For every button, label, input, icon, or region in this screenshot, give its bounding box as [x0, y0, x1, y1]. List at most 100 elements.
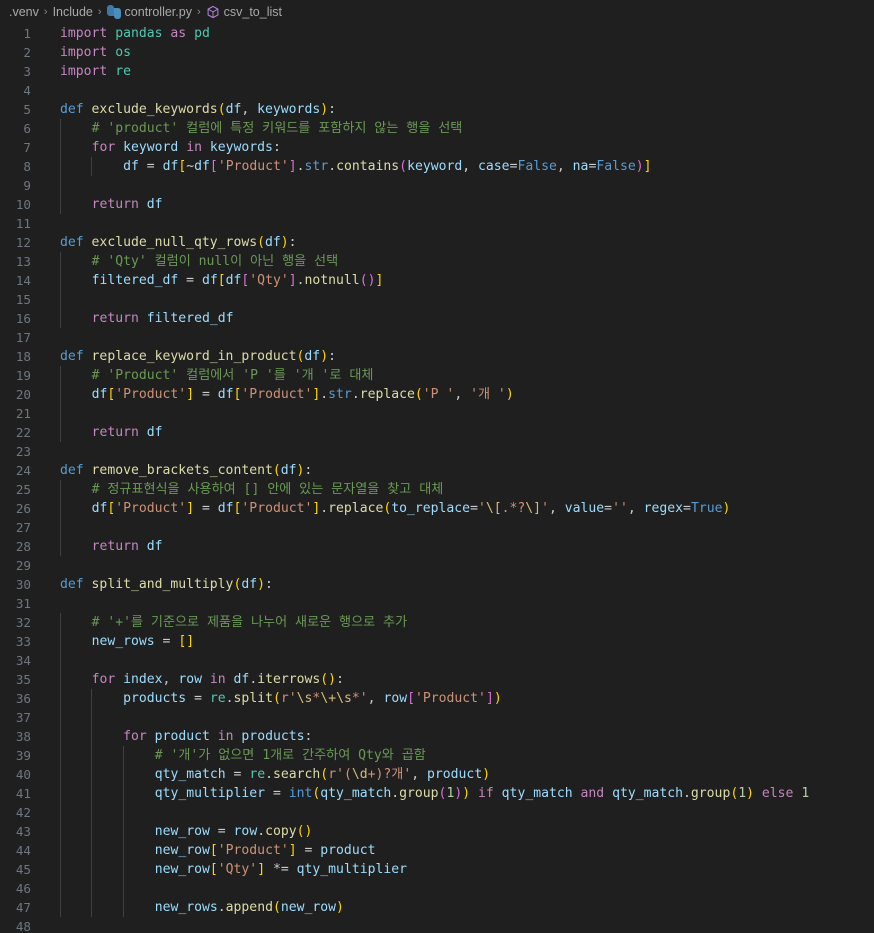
code-line[interactable]: 1 import pandas as pd	[0, 24, 874, 43]
code-line[interactable]: 23	[0, 442, 874, 461]
code-line[interactable]: 20 df['Product'] = df['Product'].str.rep…	[0, 385, 874, 404]
code-content[interactable]: for product in products:	[47, 727, 874, 746]
code-content[interactable]: # 'Product' 컬럼에서 'P '를 '개 '로 대체	[47, 366, 874, 385]
code-line[interactable]: 14 filtered_df = df[df['Qty'].notnull()]	[0, 271, 874, 290]
code-content[interactable]: def split_and_multiply(df):	[47, 575, 874, 594]
code-content[interactable]: return df	[47, 537, 874, 556]
code-content[interactable]: filtered_df = df[df['Qty'].notnull()]	[47, 271, 874, 290]
code-content[interactable]: return filtered_df	[47, 309, 874, 328]
code-line[interactable]: 36 products = re.split(r'\s*\+\s*', row[…	[0, 689, 874, 708]
code-content[interactable]: new_rows.append(new_row)	[47, 898, 874, 917]
code-content[interactable]: import re	[47, 62, 874, 81]
code-content[interactable]	[47, 404, 874, 423]
code-line[interactable]: 37	[0, 708, 874, 727]
code-line[interactable]: 45 new_row['Qty'] *= qty_multiplier	[0, 860, 874, 879]
code-line[interactable]: 42	[0, 803, 874, 822]
code-content[interactable]	[47, 708, 874, 727]
code-line[interactable]: 46	[0, 879, 874, 898]
code-line[interactable]: 38 for product in products:	[0, 727, 874, 746]
code-editor[interactable]: 1 import pandas as pd 2 import os 3 import re…	[0, 24, 874, 933]
code-content[interactable]	[47, 594, 874, 613]
code-line[interactable]: 19 # 'Product' 컬럼에서 'P '를 '개 '로 대체	[0, 366, 874, 385]
code-line[interactable]: 31	[0, 594, 874, 613]
code-content[interactable]: import os	[47, 43, 874, 62]
code-line[interactable]: 2 import os	[0, 43, 874, 62]
code-line[interactable]: 9	[0, 176, 874, 195]
breadcrumb-item-venv[interactable]: .venv	[9, 5, 39, 19]
code-line[interactable]: 3 import re	[0, 62, 874, 81]
code-content[interactable]	[47, 81, 874, 100]
code-content[interactable]: for keyword in keywords:	[47, 138, 874, 157]
breadcrumb-item-include[interactable]: Include	[53, 5, 93, 19]
code-line[interactable]: 16 return filtered_df	[0, 309, 874, 328]
code-line[interactable]: 39 # '개'가 없으면 1개로 간주하여 Qty와 곱함	[0, 746, 874, 765]
code-content[interactable]: new_rows = []	[47, 632, 874, 651]
code-content[interactable]: # 'Qty' 컬럼이 null이 아닌 행을 선택	[47, 252, 874, 271]
code-line[interactable]: 32 # '+'를 기준으로 제품을 나누어 새로운 행으로 추가	[0, 613, 874, 632]
breadcrumb-item-csv-to-list[interactable]: csv_to_list	[206, 5, 282, 19]
code-content[interactable]: new_row['Qty'] *= qty_multiplier	[47, 860, 874, 879]
code-line[interactable]: 43 new_row = row.copy()	[0, 822, 874, 841]
code-line[interactable]: 11	[0, 214, 874, 233]
code-line[interactable]: 17	[0, 328, 874, 347]
code-line[interactable]: 15	[0, 290, 874, 309]
code-line[interactable]: 35 for index, row in df.iterrows():	[0, 670, 874, 689]
code-content[interactable]: products = re.split(r'\s*\+\s*', row['Pr…	[47, 689, 874, 708]
code-line[interactable]: 27	[0, 518, 874, 537]
code-line[interactable]: 18 def replace_keyword_in_product(df):	[0, 347, 874, 366]
code-line[interactable]: 30 def split_and_multiply(df):	[0, 575, 874, 594]
code-line[interactable]: 4	[0, 81, 874, 100]
code-line[interactable]: 29	[0, 556, 874, 575]
code-content[interactable]: new_row = row.copy()	[47, 822, 874, 841]
code-line[interactable]: 5 def exclude_keywords(df, keywords):	[0, 100, 874, 119]
code-content[interactable]: for index, row in df.iterrows():	[47, 670, 874, 689]
code-line[interactable]: 7 for keyword in keywords:	[0, 138, 874, 157]
code-content[interactable]: qty_match = re.search(r'(\d+)?개', produc…	[47, 765, 874, 784]
code-content[interactable]: def exclude_keywords(df, keywords):	[47, 100, 874, 119]
code-line[interactable]: 40 qty_match = re.search(r'(\d+)?개', pro…	[0, 765, 874, 784]
code-line[interactable]: 24 def remove_brackets_content(df):	[0, 461, 874, 480]
code-content[interactable]: return df	[47, 195, 874, 214]
code-content[interactable]	[47, 651, 874, 670]
code-line[interactable]: 26 df['Product'] = df['Product'].replace…	[0, 499, 874, 518]
code-content[interactable]: def exclude_null_qty_rows(df):	[47, 233, 874, 252]
code-content[interactable]	[47, 176, 874, 195]
code-content[interactable]: def replace_keyword_in_product(df):	[47, 347, 874, 366]
code-line[interactable]: 33 new_rows = []	[0, 632, 874, 651]
code-line[interactable]: 47 new_rows.append(new_row)	[0, 898, 874, 917]
code-content[interactable]	[47, 442, 874, 461]
code-line[interactable]: 44 new_row['Product'] = product	[0, 841, 874, 860]
code-content[interactable]: # 'product' 컬럼에 특정 키워드를 포함하지 않는 행을 선택	[47, 119, 874, 138]
code-content[interactable]	[47, 214, 874, 233]
code-line[interactable]: 6 # 'product' 컬럼에 특정 키워드를 포함하지 않는 행을 선택	[0, 119, 874, 138]
code-content[interactable]: df['Product'] = df['Product'].replace(to…	[47, 499, 874, 518]
breadcrumb-item-controller-py[interactable]: controller.py	[106, 5, 192, 19]
code-content[interactable]: # '+'를 기준으로 제품을 나누어 새로운 행으로 추가	[47, 613, 874, 632]
code-line[interactable]: 8 df = df[~df['Product'].str.contains(ke…	[0, 157, 874, 176]
code-content[interactable]: import pandas as pd	[47, 24, 874, 43]
code-line[interactable]: 25 # 정규표현식을 사용하여 [] 안에 있는 문자열을 찾고 대체	[0, 480, 874, 499]
code-content[interactable]: df = df[~df['Product'].str.contains(keyw…	[47, 157, 874, 176]
code-content[interactable]: qty_multiplier = int(qty_match.group(1))…	[47, 784, 874, 803]
code-content[interactable]: return df	[47, 423, 874, 442]
code-line[interactable]: 28 return df	[0, 537, 874, 556]
code-content[interactable]	[47, 290, 874, 309]
code-line[interactable]: 13 # 'Qty' 컬럼이 null이 아닌 행을 선택	[0, 252, 874, 271]
code-line[interactable]: 21	[0, 404, 874, 423]
code-line[interactable]: 22 return df	[0, 423, 874, 442]
code-line[interactable]: 34	[0, 651, 874, 670]
code-content[interactable]	[47, 556, 874, 575]
code-content[interactable]: # 정규표현식을 사용하여 [] 안에 있는 문자열을 찾고 대체	[47, 480, 874, 499]
code-content[interactable]: new_row['Product'] = product	[47, 841, 874, 860]
code-content[interactable]: def remove_brackets_content(df):	[47, 461, 874, 480]
code-content[interactable]	[47, 518, 874, 537]
code-content[interactable]	[47, 328, 874, 347]
code-content[interactable]	[47, 803, 874, 822]
code-line[interactable]: 12 def exclude_null_qty_rows(df):	[0, 233, 874, 252]
code-line[interactable]: 48	[0, 917, 874, 933]
code-content[interactable]: # '개'가 없으면 1개로 간주하여 Qty와 곱함	[47, 746, 874, 765]
code-line[interactable]: 10 return df	[0, 195, 874, 214]
code-line[interactable]: 41 qty_multiplier = int(qty_match.group(…	[0, 784, 874, 803]
code-content[interactable]	[47, 879, 874, 898]
code-content[interactable]: df['Product'] = df['Product'].str.replac…	[47, 385, 874, 404]
